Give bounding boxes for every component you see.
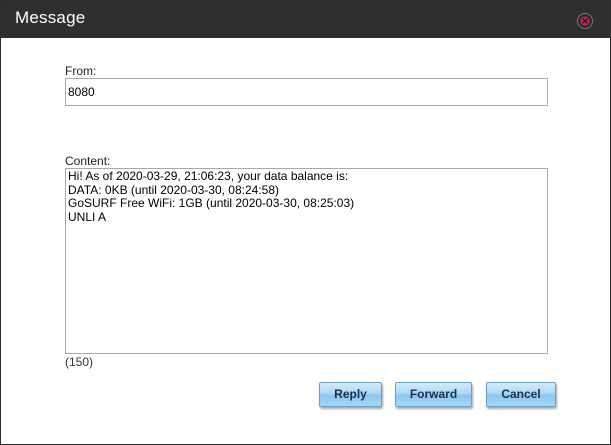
- close-button[interactable]: [577, 13, 593, 29]
- from-label: From:: [65, 64, 97, 78]
- close-icon: [580, 16, 590, 26]
- dialog-title: Message: [15, 8, 86, 27]
- forward-button[interactable]: Forward: [395, 382, 472, 407]
- from-field[interactable]: [65, 78, 548, 106]
- dialog-titlebar[interactable]: Message: [1, 1, 610, 38]
- content-label: Content:: [65, 154, 111, 168]
- reply-button[interactable]: Reply: [319, 382, 382, 407]
- message-dialog: Message From: Content: Hi! As of 2020-03…: [0, 0, 611, 445]
- cancel-button[interactable]: Cancel: [486, 382, 556, 407]
- content-textarea[interactable]: Hi! As of 2020-03-29, 21:06:23, your dat…: [65, 168, 548, 354]
- character-counter: (150): [65, 355, 94, 369]
